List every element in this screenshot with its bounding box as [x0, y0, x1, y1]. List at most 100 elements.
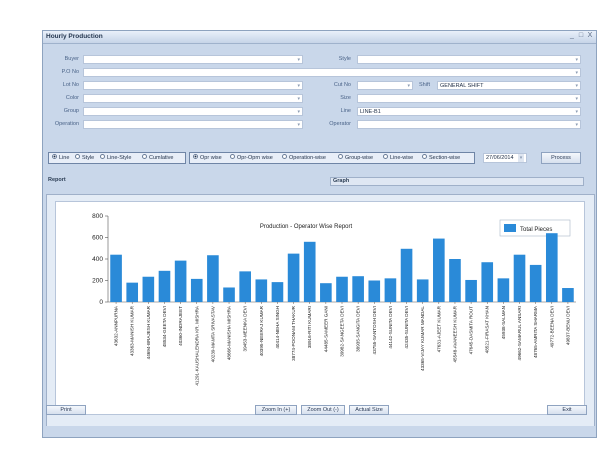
bar [513, 254, 526, 302]
x-tick-label: 40414-NEHA SINGH [275, 306, 280, 349]
tab-report[interactable]: Report [46, 177, 316, 186]
radio-style[interactable]: Style [75, 154, 95, 161]
chevron-down-icon: ▾ [297, 96, 300, 102]
chevron-down-icon: ▾ [297, 109, 300, 115]
operator-label: Operator [329, 121, 351, 127]
radio-label: Opr-Oprn wise [237, 155, 273, 161]
radio-group-wise[interactable]: Group-wise [338, 154, 373, 161]
x-tick-label: 39982-SANGEETA DEVI [340, 306, 345, 357]
date-picker[interactable]: 27/06/2014 ▾ [483, 153, 527, 163]
color-dropdown[interactable]: ▾ [83, 94, 303, 103]
radio-label: Line [59, 155, 70, 161]
bar [545, 233, 558, 302]
y-tick-label: 400 [92, 256, 103, 263]
x-tick-label: 39453-MEENKA DEVI [243, 306, 248, 351]
tab-report-label: Report [48, 177, 66, 183]
buyer-dropdown[interactable]: ▾ [83, 55, 303, 64]
radio-icon [383, 154, 388, 160]
x-tick-label: 43363-MANISH KUMAR [130, 305, 135, 356]
x-tick-label: 48521-FIRASAT KHAN [485, 306, 490, 353]
operation-dropdown[interactable]: ▾ [83, 120, 303, 129]
x-tick-label: 38935-SANGITA DEVI [356, 306, 361, 352]
line-value: LINE-B1 [360, 109, 381, 115]
radio-opr-wise[interactable]: Opr wise [193, 154, 222, 161]
line-dropdown[interactable]: LINE-B1 ▾ [357, 107, 581, 116]
view-option-group: Line Style Line-Style Cumlative [48, 152, 186, 164]
radio-line[interactable]: Line [52, 154, 70, 161]
calendar-dropdown-icon[interactable]: ▾ [518, 154, 524, 162]
radio-icon [338, 154, 343, 160]
radio-label: Cumlative [149, 155, 174, 161]
bar [449, 259, 461, 302]
radio-icon [230, 154, 235, 160]
y-tick-label: 0 [99, 299, 103, 306]
bar [529, 264, 542, 302]
radio-opr-oprn-wise[interactable]: Opr-Oprn wise [230, 154, 273, 161]
chevron-down-icon: ▾ [297, 57, 300, 63]
bar [255, 279, 268, 302]
x-tick-label: 48666-MANISHA MISHRA [227, 305, 232, 360]
size-dropdown[interactable]: ▾ [357, 94, 581, 103]
zoom-in-button[interactable]: Zoom In (+) [255, 405, 297, 415]
radio-label: Section-wise [429, 155, 461, 161]
tab-graph[interactable]: Graph [330, 177, 584, 186]
radio-line-wise[interactable]: Line-wise [383, 154, 413, 161]
operator-dropdown[interactable]: ▾ [357, 120, 581, 129]
chevron-down-icon: ▾ [297, 122, 300, 128]
style-label: Style [338, 56, 351, 62]
zoom-out-button[interactable]: Zoom Out (-) [301, 405, 345, 415]
bar [110, 254, 122, 302]
x-tick-label: 44142-SUNITA DEVI [388, 306, 393, 349]
legend-swatch [504, 224, 516, 232]
tab-graph-label: Graph [333, 178, 350, 184]
x-tick-label: 38916-RITI KUMARI [307, 306, 312, 348]
group-dropdown[interactable]: ▾ [83, 107, 303, 116]
radio-line-style[interactable]: Line-Style [100, 154, 132, 161]
bar [465, 279, 477, 302]
y-tick-label: 600 [92, 235, 103, 242]
chart-title: Production - Operator Wise Report [260, 224, 353, 230]
chevron-down-icon: ▾ [575, 70, 578, 76]
chevron-down-icon: ▾ [407, 83, 410, 89]
radio-label: Operation-wise [289, 155, 326, 161]
radio-operation-wise[interactable]: Operation-wise [282, 154, 326, 161]
process-button[interactable]: Process [541, 152, 581, 164]
cut-dropdown[interactable]: ▾ [357, 81, 413, 90]
x-tick-label: 41291-KAUSHALENDRA KR. MISHRA [194, 305, 199, 386]
x-tick-label: 42435-SUNITA DEVI [404, 306, 409, 349]
lot-dropdown[interactable]: ▾ [83, 81, 303, 90]
print-button[interactable]: Print [46, 405, 86, 415]
radio-label: Line-Style [107, 155, 132, 161]
bar [320, 283, 332, 302]
bar [416, 279, 429, 302]
bar [303, 241, 316, 302]
bar [207, 255, 219, 302]
bar [368, 280, 381, 302]
style-dropdown[interactable]: ▾ [357, 55, 581, 64]
window-title: Hourly Production [46, 33, 103, 40]
x-tick-label: 44694-BRAJESH KUMAR [146, 305, 151, 359]
bar [433, 238, 445, 302]
radio-icon [75, 154, 80, 160]
radio-label: Style [82, 155, 95, 161]
chevron-down-icon: ▾ [575, 109, 578, 115]
po-dropdown[interactable]: ▾ [83, 68, 581, 77]
chevron-down-icon: ▾ [297, 83, 300, 89]
exit-button[interactable]: Exit [547, 405, 587, 415]
radio-section-wise[interactable]: Section-wise [422, 154, 461, 161]
close-icon[interactable]: X [586, 32, 594, 39]
chevron-down-icon: ▾ [575, 122, 578, 128]
bar [158, 270, 171, 302]
bar-chart: 0 200 400 600 800 Production - Operator Wise … [92, 213, 576, 386]
hourly-production-window: Hourly Production _ □ X Buyer ▾ Style ▾ … [42, 30, 597, 438]
actual-size-button[interactable]: Actual Size [349, 405, 389, 415]
radio-cumlative[interactable]: Cumlative [142, 154, 174, 161]
chevron-down-icon: ▾ [575, 96, 578, 102]
radio-icon [422, 154, 427, 160]
minimize-icon[interactable]: _ [568, 32, 576, 39]
maximize-icon[interactable]: □ [577, 32, 585, 39]
bar [336, 276, 348, 302]
buyer-label: Buyer [64, 56, 79, 62]
bar [190, 278, 203, 302]
shift-dropdown[interactable]: GENERAL SHIFT ▾ [437, 81, 581, 90]
